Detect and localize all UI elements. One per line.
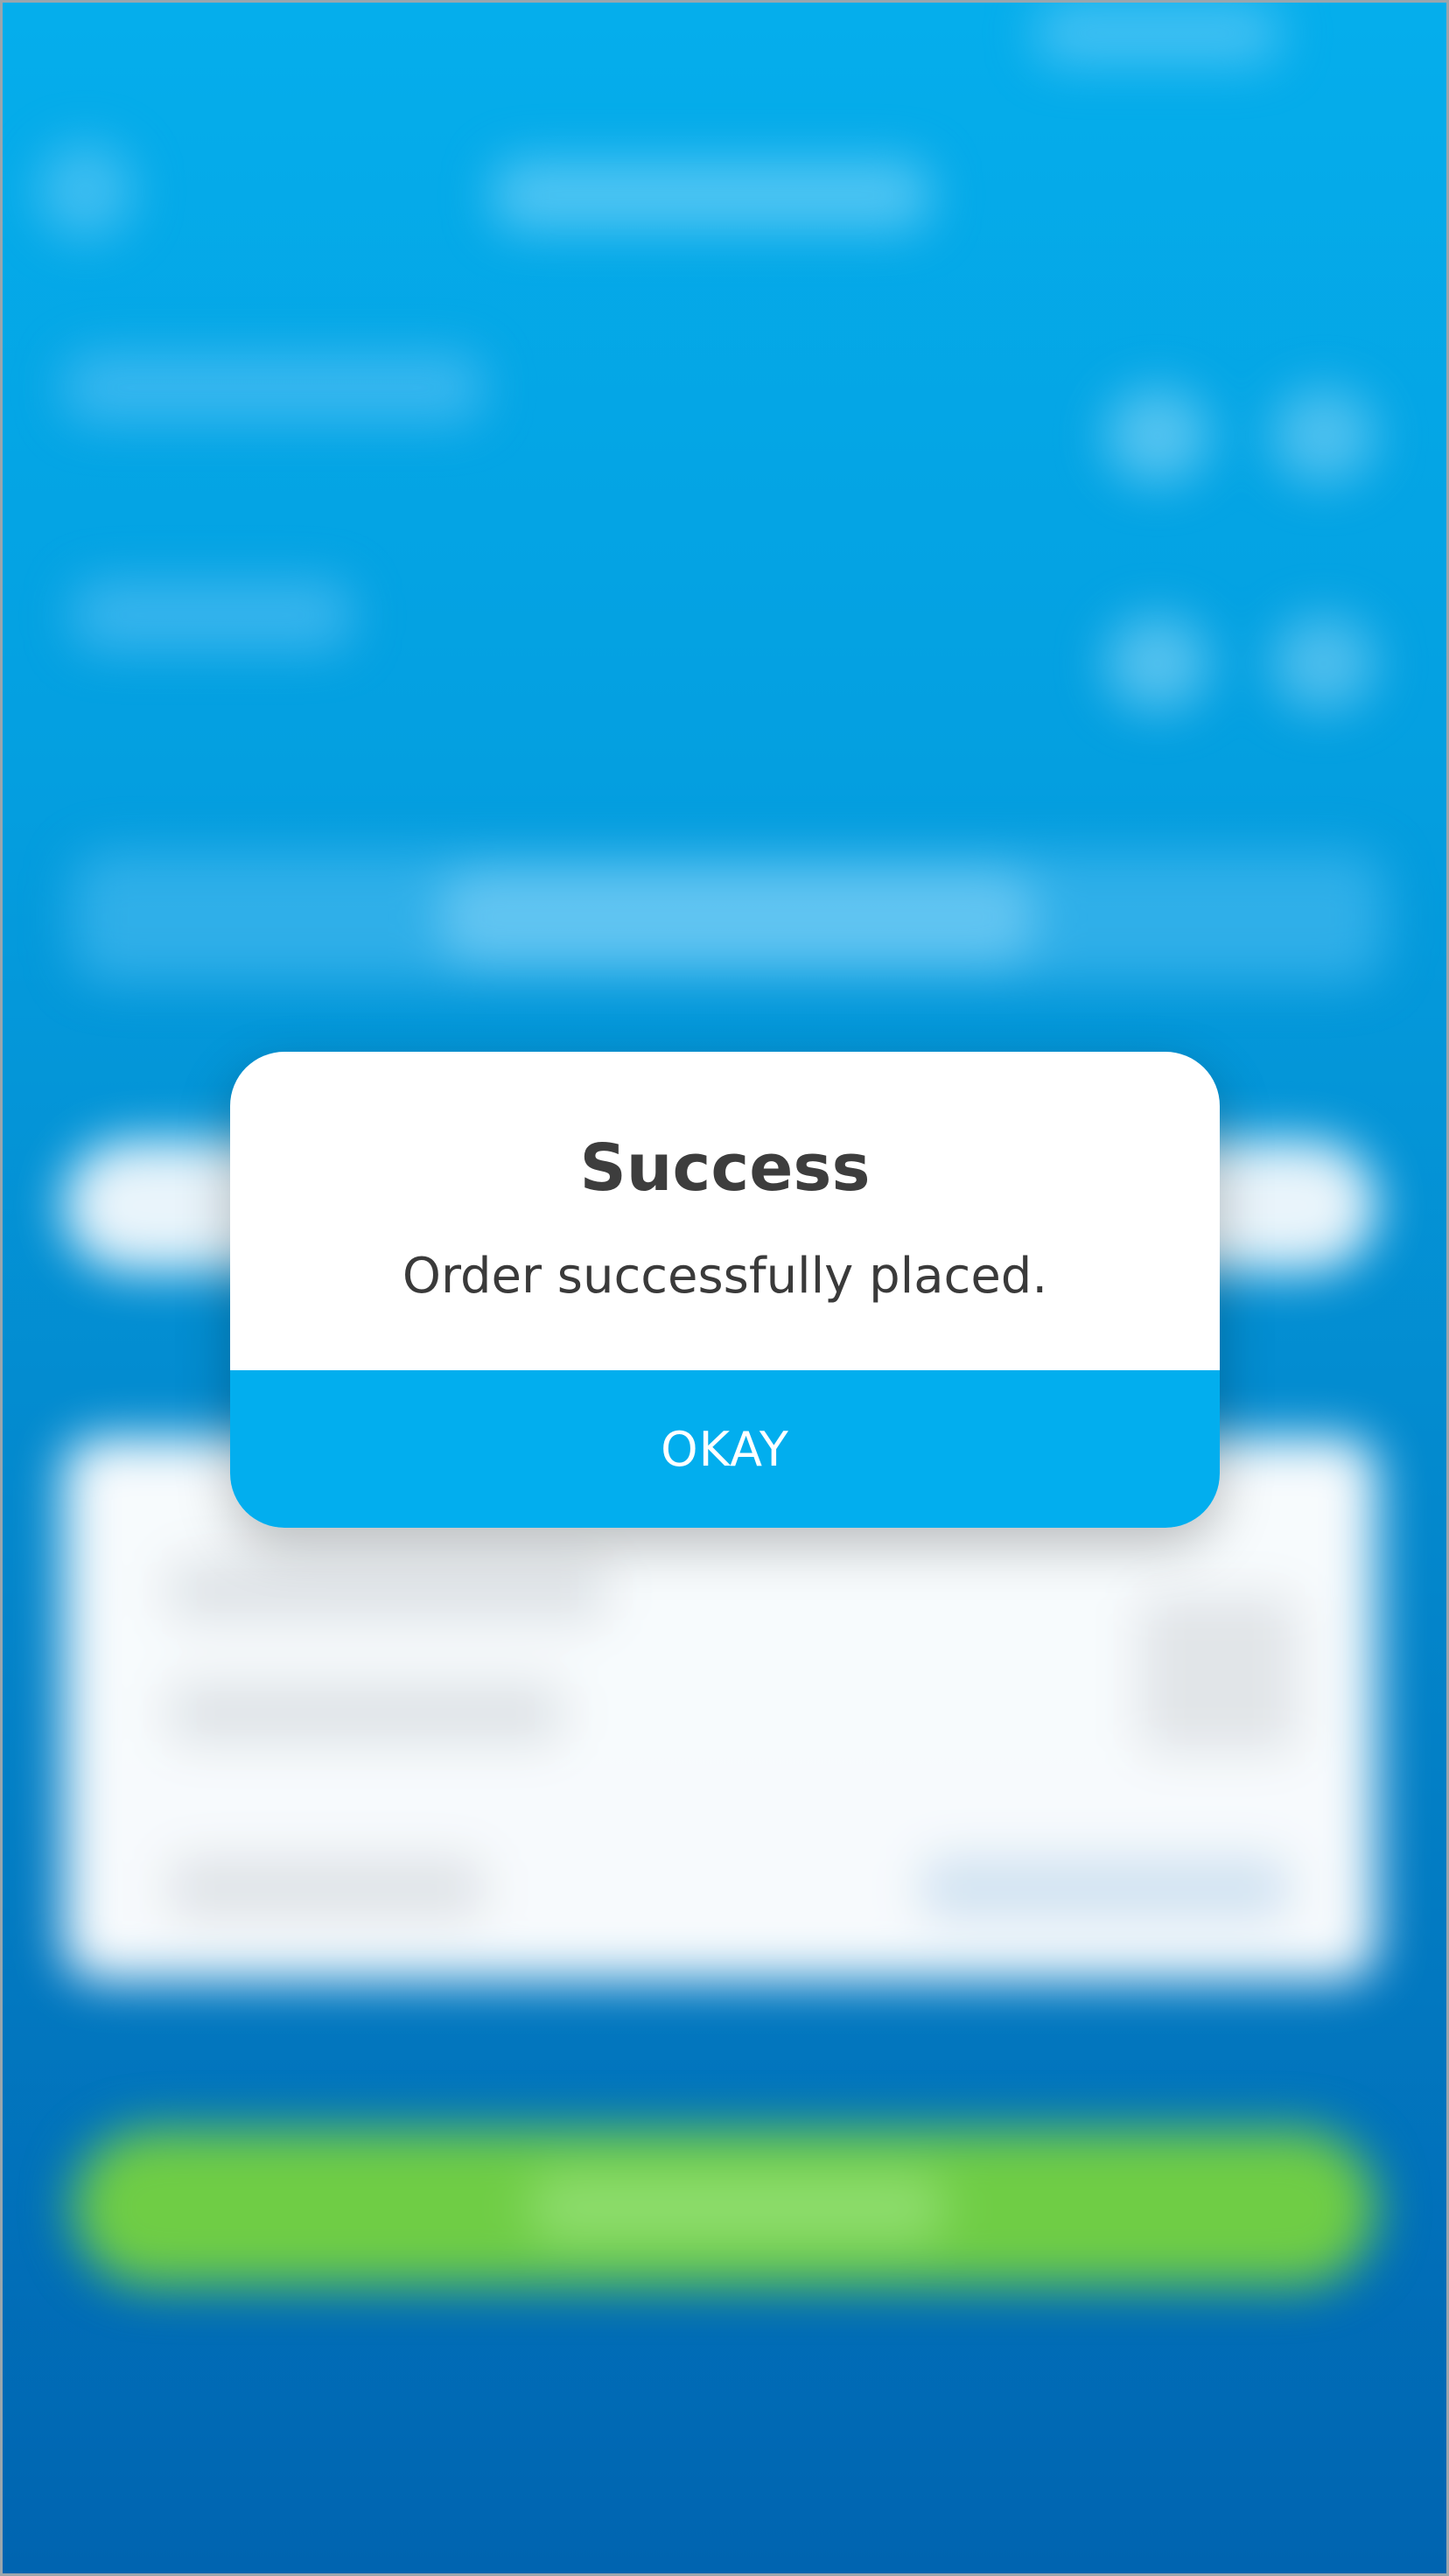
blurred-icon <box>1105 615 1210 711</box>
blurred-card-line <box>169 1560 606 1621</box>
dialog-body: Success Order successfully placed. <box>230 1052 1220 1370</box>
blurred-back-icon <box>38 143 134 239</box>
blurred-icon <box>1271 388 1376 484</box>
blurred-card-line <box>169 1683 563 1744</box>
success-dialog: Success Order successfully placed. OKAY <box>230 1052 1220 1528</box>
blurred-card-link <box>921 1858 1289 1919</box>
blurred-text-line <box>64 353 484 423</box>
blurred-card-line <box>169 1858 484 1919</box>
app-screen: Success Order successfully placed. OKAY <box>0 0 1449 2576</box>
dialog-message: Order successfully placed. <box>402 1248 1048 1305</box>
okay-button[interactable]: OKAY <box>230 1370 1220 1528</box>
blurred-card-image <box>1140 1595 1298 1753</box>
blurred-primary-button-label <box>528 2173 948 2243</box>
blurred-icon <box>1105 388 1210 484</box>
dialog-title: Success <box>579 1130 871 1206</box>
blurred-tab-label <box>440 869 1035 965</box>
blurred-icon <box>1271 615 1376 711</box>
blurred-header-title <box>493 160 930 230</box>
blurred-status-area <box>1035 3 1280 64</box>
blurred-text-line <box>73 580 353 650</box>
